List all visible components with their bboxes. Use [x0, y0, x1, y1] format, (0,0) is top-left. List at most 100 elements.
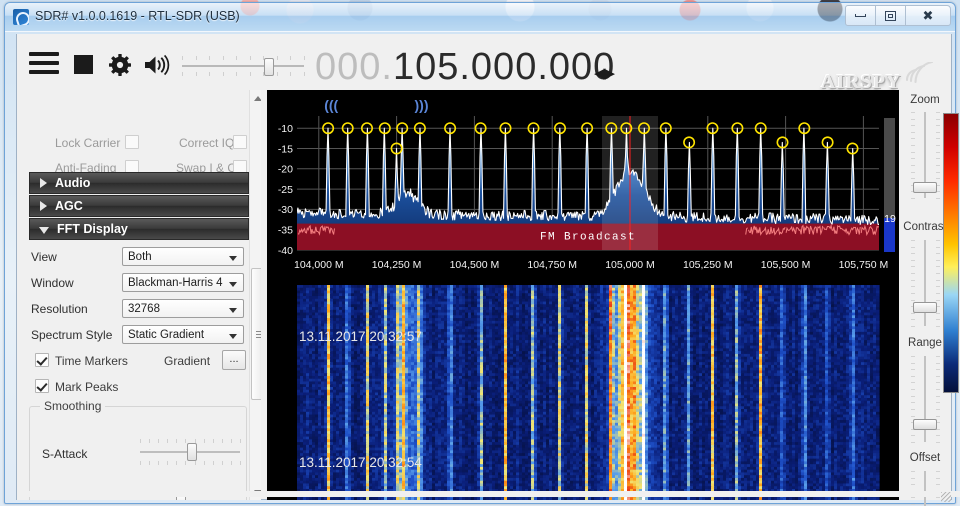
s-decay-label: S-Decay	[42, 499, 88, 500]
correct-iq-checkbox[interactable]	[233, 135, 247, 149]
sdrsharp-icon	[13, 9, 29, 25]
scroll-up-button[interactable]	[250, 90, 261, 106]
mark-peaks-label: Mark Peaks	[55, 380, 119, 394]
s-attack-slider[interactable]	[140, 439, 241, 465]
offset-ticks-right	[936, 471, 940, 506]
svg-text:105,250 M: 105,250 M	[683, 259, 733, 271]
frequency-value: 105.000.000	[392, 46, 616, 88]
offset-ticks-left	[911, 471, 915, 506]
window-label: Window	[31, 276, 74, 290]
svg-text:104,750 M: 104,750 M	[527, 259, 577, 271]
maximize-button[interactable]	[875, 5, 906, 26]
correct-iq-label: Correct IQ	[179, 136, 235, 150]
svg-text:-40: -40	[278, 245, 293, 257]
svg-text:104,250 M: 104,250 M	[372, 259, 422, 271]
volume-thumb[interactable]	[264, 58, 274, 76]
section-agc-label: AGC	[55, 199, 83, 213]
svg-text:-25: -25	[278, 184, 293, 196]
section-fft-display[interactable]: FFT Display	[29, 218, 249, 240]
waterfall-plot: 13.11.2017 20:32:5713.11.2017 20:32:54	[267, 285, 899, 500]
contrast-track	[924, 240, 926, 326]
gear-icon[interactable]	[109, 54, 131, 76]
speaker-icon[interactable]	[143, 54, 171, 76]
contrast-slider[interactable]	[905, 240, 945, 327]
close-icon: ✖	[922, 7, 934, 23]
svg-text:104,500 M: 104,500 M	[450, 259, 500, 271]
chevron-down-icon	[229, 282, 237, 287]
resize-grip[interactable]	[941, 492, 951, 502]
minimize-icon	[855, 14, 866, 17]
gradient-picker-button[interactable]: ...	[222, 350, 246, 370]
spectrum-plot: -10 -15 -20 -25 -30 -35 -40104,000 M 104,250 M 1…	[267, 90, 899, 280]
offset-label: Offset	[909, 452, 941, 464]
main-toolbar: 000.105.000.000 ◀▶ AIRSPY	[17, 34, 951, 93]
svg-text:-35: -35	[278, 225, 293, 237]
chevron-down-icon	[229, 334, 237, 339]
frequency-leading-zeros: 000.	[315, 46, 393, 88]
spectrum-style-value: Static Gradient	[128, 328, 205, 341]
volume-slider[interactable]	[182, 56, 305, 76]
left-right-arrows-icon[interactable]: ◀▶	[594, 64, 615, 82]
window-value: Blackman-Harris 4	[128, 276, 223, 289]
svg-text:-30: -30	[278, 204, 293, 216]
s-attack-label: S-Attack	[42, 447, 88, 461]
spectrum-style-dropdown[interactable]: Static Gradient	[122, 325, 244, 344]
settings-panel: Lock Carrier Correct IQ Anti-Fading Swap…	[17, 90, 261, 500]
time-markers-label: Time Markers	[55, 354, 128, 368]
stop-square-icon[interactable]	[74, 55, 93, 74]
chevron-up-icon	[254, 95, 261, 101]
offset-slider[interactable]	[905, 471, 945, 506]
minimize-button[interactable]	[845, 5, 876, 26]
contrast-ticks-left	[911, 240, 915, 327]
resolution-dropdown[interactable]: 32768	[122, 299, 244, 318]
window-dropdown[interactable]: Blackman-Harris 4	[122, 273, 244, 292]
waterfall-color-gradient[interactable]	[943, 113, 959, 393]
lock-carrier-label: Lock Carrier	[55, 136, 121, 150]
zoom-slider[interactable]	[905, 112, 945, 199]
client-area: 000.105.000.000 ◀▶ AIRSPY Lock Carrier C…	[16, 34, 960, 506]
view-label: View	[31, 250, 57, 264]
settings-panel-scrollbar[interactable]	[249, 90, 261, 500]
spectrum-analyzer[interactable]: -10 -15 -20 -25 -30 -35 -40 104,000 M 104,250 M 1…	[267, 90, 899, 280]
svg-text:(((: (((	[324, 97, 338, 113]
section-audio[interactable]: Audio	[29, 172, 249, 194]
status-bar	[28, 491, 960, 497]
resolution-label: Resolution	[31, 302, 88, 316]
view-value: Both	[128, 250, 152, 263]
spectrum-style-label: Spectrum Style	[31, 328, 113, 342]
window-controls: ✖	[845, 5, 951, 26]
s-attack-ticks-bottom	[140, 461, 241, 465]
mark-peaks-checkbox[interactable]	[35, 379, 49, 393]
offset-track	[924, 471, 926, 506]
lock-carrier-checkbox[interactable]	[125, 135, 139, 149]
range-thumb[interactable]	[913, 419, 937, 430]
chevron-down-icon	[229, 308, 237, 313]
svg-text:FM Broadcast: FM Broadcast	[540, 232, 636, 244]
spectrum-waterfall-container[interactable]: -10 -15 -20 -25 -30 -35 -40 104,000 M 104,250 M 1…	[267, 90, 899, 500]
sdrsharp-window-root: SDR# v1.0.0.1619 - RTL-SDR (USB) ✖ 000.1…	[0, 0, 960, 506]
title-bar[interactable]: SDR# v1.0.0.1619 - RTL-SDR (USB) ✖	[5, 3, 955, 32]
section-agc[interactable]: AGC	[29, 195, 249, 217]
section-fft-display-label: FFT Display	[57, 222, 128, 236]
chevron-down-icon	[39, 227, 49, 234]
smoothing-group: Smoothing S-Attack S-Decay	[29, 399, 247, 500]
contrast-thumb[interactable]	[913, 302, 937, 313]
scrollbar-thumb[interactable]	[251, 268, 261, 400]
resolution-value: 32768	[128, 302, 160, 315]
frequency-display[interactable]: 000.105.000.000	[315, 46, 615, 89]
maximize-icon	[885, 10, 896, 21]
volume-ticks-bottom	[182, 72, 305, 76]
application-window: SDR# v1.0.0.1619 - RTL-SDR (USB) ✖ 000.1…	[4, 2, 960, 506]
svg-text:105,500 M: 105,500 M	[761, 259, 811, 271]
hamburger-menu-icon[interactable]	[29, 52, 59, 74]
zoom-label: Zoom	[910, 94, 940, 106]
range-slider[interactable]	[905, 356, 945, 443]
svg-text:-15: -15	[278, 143, 293, 155]
waterfall-display[interactable]: 13.11.2017 20:32:57 13.11.2017 20:32:54	[267, 285, 899, 500]
zoom-thumb[interactable]	[913, 182, 937, 193]
time-markers-checkbox[interactable]	[35, 353, 49, 367]
gradient-label: Gradient	[164, 354, 211, 368]
view-dropdown[interactable]: Both	[122, 247, 244, 266]
close-button[interactable]: ✖	[905, 5, 951, 26]
s-attack-thumb[interactable]	[187, 443, 197, 461]
